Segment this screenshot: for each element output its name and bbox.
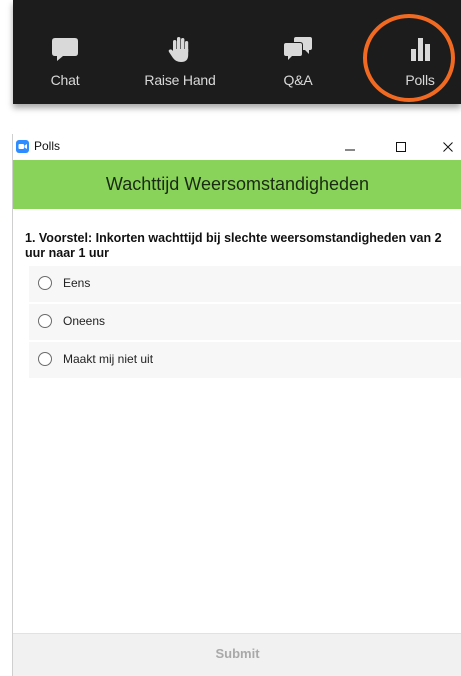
- chat-button[interactable]: Chat: [23, 0, 107, 104]
- qa-button[interactable]: Q&A: [257, 0, 339, 104]
- window-titlebar[interactable]: Polls: [13, 134, 461, 160]
- close-button[interactable]: [428, 134, 461, 160]
- minimize-button[interactable]: [330, 134, 370, 160]
- radio-button[interactable]: [38, 352, 52, 366]
- poll-question: 1. Voorstel: Inkorten wachttijd bij slec…: [25, 231, 442, 260]
- radio-button[interactable]: [38, 314, 52, 328]
- poll-option-oneens[interactable]: Oneens: [29, 304, 461, 340]
- raise-hand-button[interactable]: Raise Hand: [125, 0, 235, 104]
- qa-bubbles-icon: [284, 37, 312, 60]
- chat-bubble-icon: [52, 38, 78, 61]
- window-title: Polls: [34, 139, 61, 153]
- polls-highlight-circle: [363, 14, 455, 102]
- option-label: Maakt mij niet uit: [63, 352, 154, 366]
- option-label: Oneens: [63, 314, 106, 328]
- raise-hand-icon: [168, 37, 189, 62]
- option-label: Eens: [63, 276, 91, 290]
- poll-option-eens[interactable]: Eens: [29, 266, 461, 302]
- submit-bar: Submit: [13, 633, 461, 676]
- close-icon: [443, 142, 453, 152]
- poll-title-banner: Wachttijd Weersomstandigheden: [13, 160, 461, 209]
- radio-button[interactable]: [38, 276, 52, 290]
- poll-title: Wachttijd Weersomstandigheden: [105, 174, 370, 194]
- polls-window: Polls Wachttijd Weersomstandigheden 1. V…: [12, 134, 461, 676]
- raise-hand-label: Raise Hand: [144, 72, 216, 88]
- minimize-icon: [345, 149, 355, 151]
- submit-button[interactable]: Submit: [215, 646, 259, 661]
- zoom-app-icon: [16, 140, 29, 153]
- maximize-button[interactable]: [381, 134, 421, 160]
- qa-label: Q&A: [283, 72, 313, 88]
- chat-label: Chat: [50, 72, 80, 88]
- maximize-icon: [396, 142, 406, 152]
- poll-option-maakt-niet-uit[interactable]: Maakt mij niet uit: [29, 342, 461, 378]
